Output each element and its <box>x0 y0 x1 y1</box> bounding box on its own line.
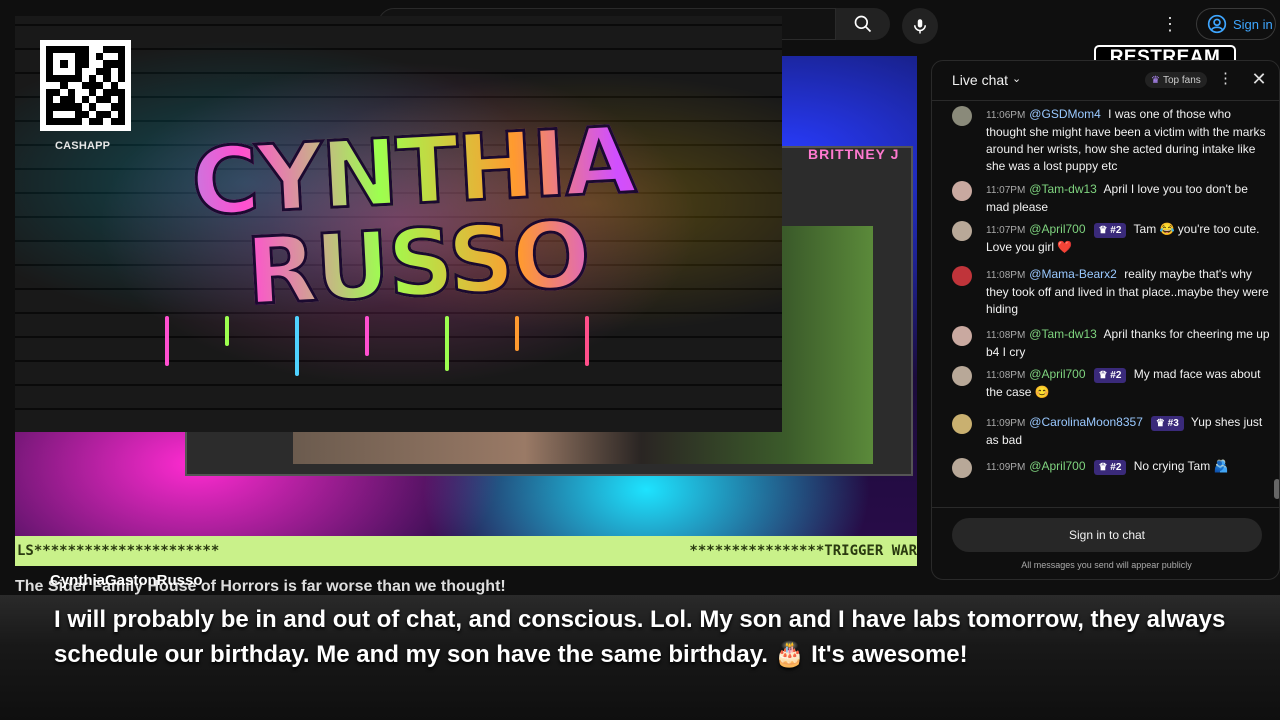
sign-in-to-chat-button[interactable]: Sign in to chat <box>952 518 1262 552</box>
sign-in-button[interactable]: Sign in <box>1196 8 1276 40</box>
user-circle-icon <box>1207 14 1227 34</box>
chat-message: 11:08PM @Tam-dw13 April thanks for cheeri… <box>952 326 1272 361</box>
channel-name[interactable]: CynthiaGastonRusso <box>50 572 203 589</box>
qr-code <box>40 40 131 131</box>
chat-message: 11:07PM @Tam-dw13 April I love you too do… <box>952 181 1272 216</box>
timestamp: 11:06PM <box>986 110 1026 121</box>
chat-message: 11:07PM @April700 ♛ #2 Tam 😂 you're too cu… <box>952 221 1272 256</box>
chat-menu-icon[interactable]: ⋮ <box>1218 69 1233 87</box>
message-text: No crying Tam 🫂 <box>1133 459 1229 473</box>
timestamp: 11:09PM <box>986 462 1026 473</box>
qr-pattern <box>46 46 125 125</box>
avatar[interactable] <box>952 181 972 201</box>
chat-message: 11:08PM @April700 ♛ #2 My mad face was abo… <box>952 366 1272 401</box>
timestamp: 11:09PM <box>986 418 1026 429</box>
fan-rank-badge: ♛ #2 <box>1093 223 1127 238</box>
search-icon <box>854 15 872 33</box>
avatar[interactable] <box>952 414 972 434</box>
avatar[interactable] <box>952 326 972 346</box>
chat-title[interactable]: Live chat <box>952 72 1008 88</box>
avatar[interactable] <box>952 366 972 386</box>
chat-message: 11:08PM @Mama-Bearx2 reality maybe that's… <box>952 266 1272 318</box>
author-name[interactable]: @Mama-Bearx2 <box>1029 267 1117 281</box>
timestamp: 11:07PM <box>986 185 1026 196</box>
timestamp: 11:08PM <box>986 330 1026 341</box>
timestamp: 11:08PM <box>986 270 1026 281</box>
author-name[interactable]: @April700 <box>1029 222 1085 236</box>
chat-message: 11:09PM @April700 ♛ #2 No crying Tam 🫂 <box>952 458 1272 478</box>
author-name[interactable]: @GSDMom4 <box>1029 107 1101 121</box>
live-chat-panel: Live chat ⌄ ♛ Top fans ⋮ ✕ 11:06PM @GSDMo… <box>931 60 1280 580</box>
fan-rank-badge: ♛ #3 <box>1150 416 1184 431</box>
message-text: I was one of those who thought she might… <box>986 107 1266 173</box>
author-name[interactable]: @Tam-dw13 <box>1029 182 1097 196</box>
avatar[interactable] <box>952 221 972 241</box>
chevron-down-icon[interactable]: ⌄ <box>1012 72 1021 85</box>
chat-header: Live chat ⌄ ♛ Top fans ⋮ ✕ <box>932 61 1279 101</box>
author-name[interactable]: @CarolinaMoon8357 <box>1029 415 1143 429</box>
close-icon[interactable]: ✕ <box>1250 69 1268 90</box>
avatar[interactable] <box>952 266 972 286</box>
author-name[interactable]: @Tam-dw13 <box>1029 327 1097 341</box>
chat-message: 11:09PM @CarolinaMoon8357 ♛ #3 Yup shes ju… <box>952 414 1272 449</box>
avatar[interactable] <box>952 106 972 126</box>
avatar[interactable] <box>952 458 972 478</box>
author-name[interactable]: @April700 <box>1029 459 1085 473</box>
guest-nametag: BRITTNEY J <box>808 146 900 162</box>
graffiti-title: CYNTHIA RUSSO <box>71 105 760 327</box>
ticker-right: ****************TRIGGER WAR <box>689 543 917 559</box>
fan-rank-badge: ♛ #2 <box>1093 460 1127 475</box>
timestamp: 11:08PM <box>986 370 1026 381</box>
chat-message: 11:06PM @GSDMom4 I was one of those who t… <box>952 106 1272 175</box>
timestamp: 11:07PM <box>986 225 1026 236</box>
message-text: April I love you too don't be mad please <box>986 182 1248 214</box>
public-note: All messages you send will appear public… <box>1021 560 1192 570</box>
author-name[interactable]: @April700 <box>1029 367 1085 381</box>
paint-drips <box>135 316 675 396</box>
fan-rank-badge: ♛ #2 <box>1093 368 1127 383</box>
crown-icon: ♛ <box>1151 74 1160 86</box>
ticker-left: LS********************** <box>17 543 220 559</box>
ticker-stripe: LS********************** ***************… <box>15 536 917 566</box>
voice-search-button[interactable] <box>902 8 938 44</box>
top-fans-label: Top fans <box>1162 74 1201 86</box>
chat-scrollbar[interactable] <box>1274 479 1279 499</box>
chat-messages[interactable]: 11:06PM @GSDMom4 I was one of those who t… <box>932 101 1279 507</box>
chat-footer: Sign in to chat All messages you send wi… <box>932 507 1279 579</box>
sign-in-label: Sign in <box>1233 16 1273 32</box>
caption-text: I will probably be in and out of chat, a… <box>54 606 1226 668</box>
search-button[interactable] <box>836 8 890 40</box>
top-fans-button[interactable]: ♛ Top fans <box>1145 72 1207 88</box>
screen: ⋮ Sign in BRITTNEY J LS*****************… <box>0 0 1280 720</box>
microphone-icon <box>914 19 926 34</box>
cashapp-label: CASHAPP <box>55 140 111 152</box>
more-vertical-icon[interactable]: ⋮ <box>1160 14 1180 34</box>
